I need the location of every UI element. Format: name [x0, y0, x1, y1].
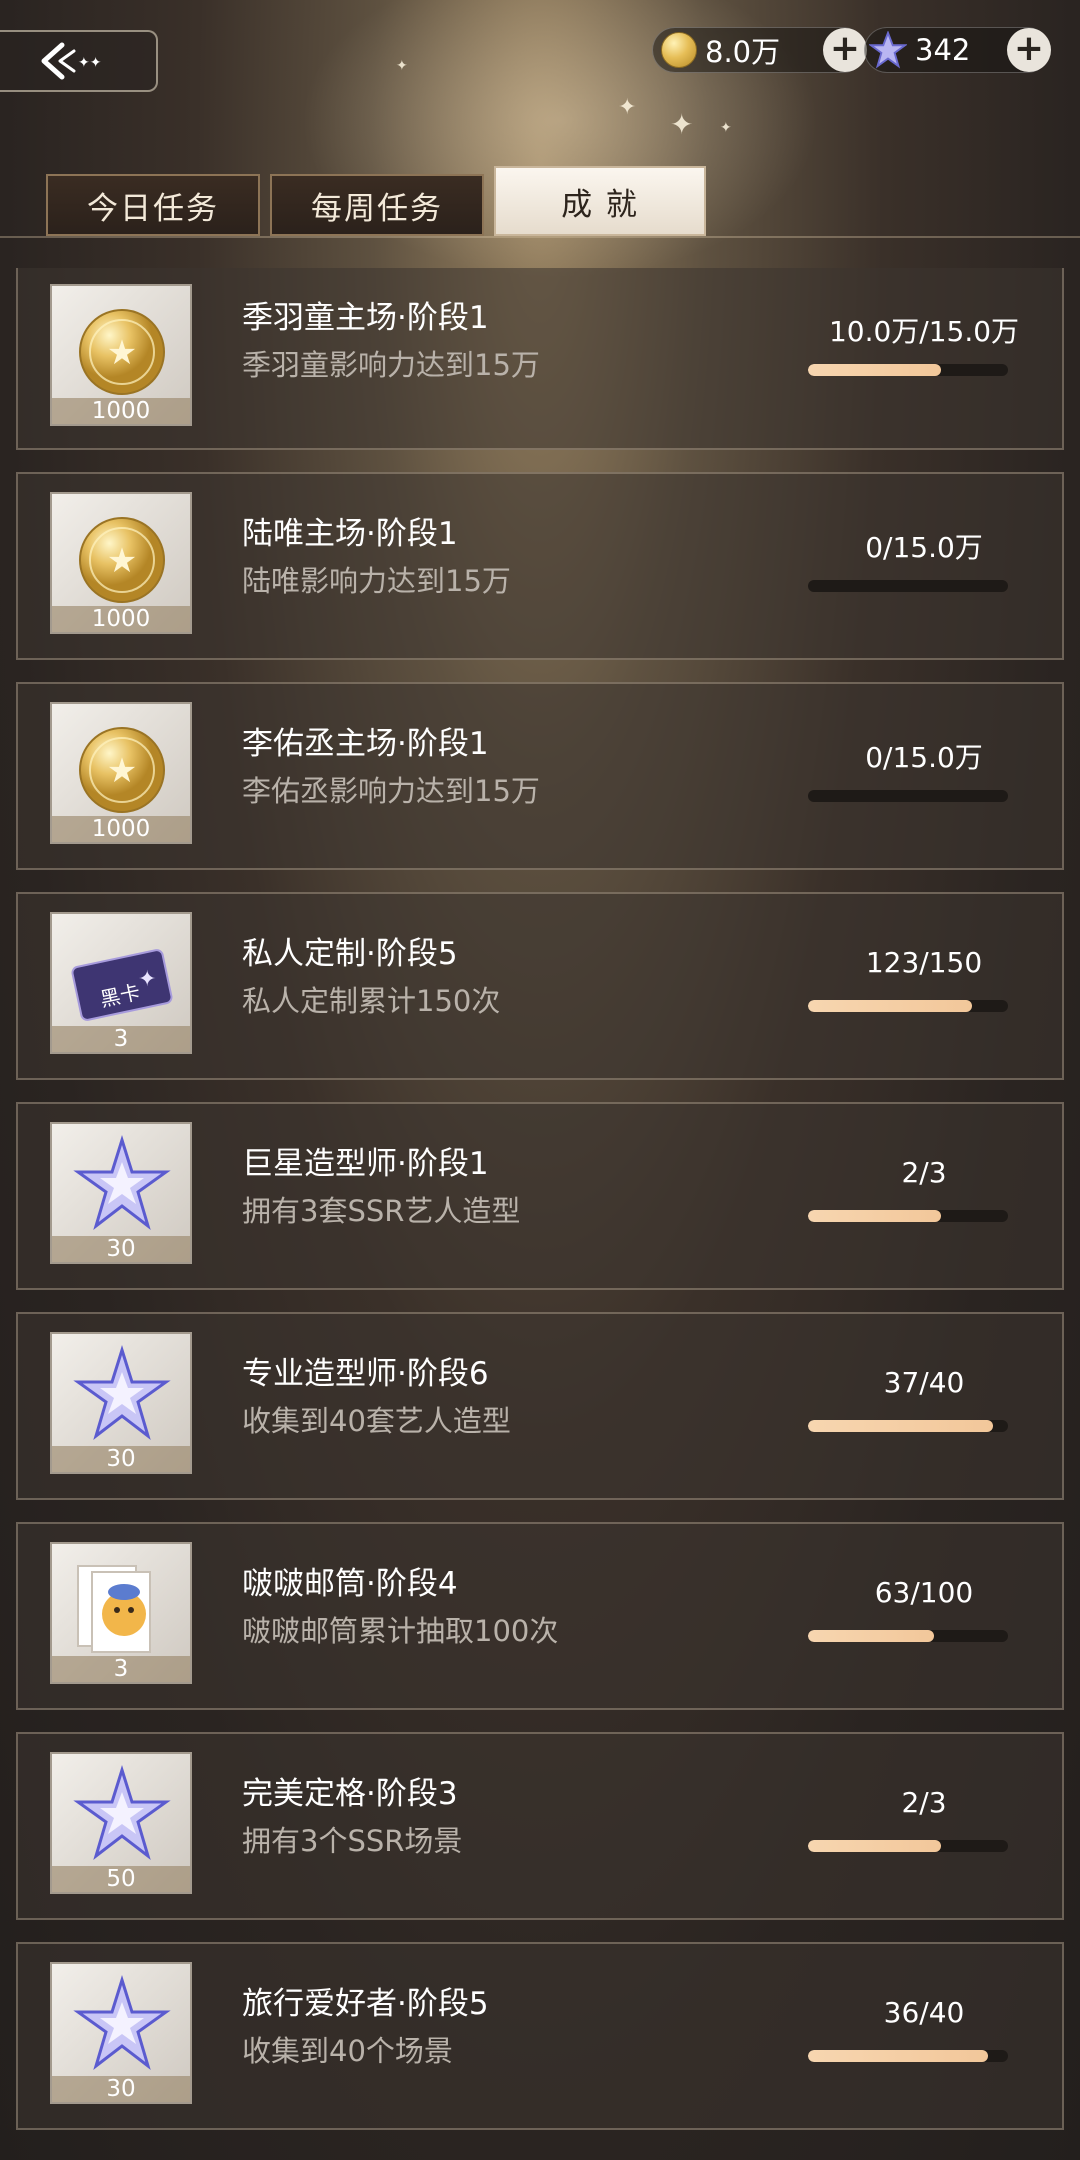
- reward-item[interactable]: 30: [50, 1122, 192, 1264]
- progress-fill: [808, 2050, 988, 2062]
- tab-achievements[interactable]: 成 就: [494, 166, 706, 236]
- svg-text:★: ★: [107, 541, 137, 581]
- achievement-title: 私人定制·阶段5: [242, 936, 458, 972]
- achievement-title: 完美定格·阶段3: [242, 1776, 458, 1812]
- reward-item[interactable]: 黑卡 ✦ 3: [50, 912, 192, 1054]
- svg-text:✦✦: ✦✦: [78, 55, 102, 71]
- achievement-description: 收集到40套艺人造型: [242, 1404, 511, 1438]
- reward-item[interactable]: 50: [50, 1752, 192, 1894]
- achievement-card[interactable]: 黑卡 ✦ 3 私人定制·阶段5 私人定制累计150次 123/150: [16, 892, 1064, 1080]
- svg-text:★: ★: [107, 751, 137, 791]
- star-balance: 342 +: [864, 27, 1051, 73]
- achievement-description: 啵啵邮筒累计抽取100次: [242, 1614, 559, 1648]
- reward-item[interactable]: ★ 1000: [50, 702, 192, 844]
- achievement-title: 陆唯主场·阶段1: [242, 516, 458, 552]
- sparkle-icon: ✦: [396, 58, 408, 74]
- reward-quantity: 30: [52, 1446, 190, 1472]
- achievement-title: 专业造型师·阶段6: [242, 1356, 489, 1392]
- progress-text: 10.0万/15.0万: [828, 315, 1020, 348]
- reward-quantity: 3: [52, 1656, 190, 1682]
- achievement-card[interactable]: ★ 1000 李佑丞主场·阶段1 李佑丞影响力达到15万 0/15.0万: [16, 682, 1064, 870]
- achievement-card[interactable]: 30 巨星造型师·阶段1 拥有3套SSR艺人造型 2/3: [16, 1102, 1064, 1290]
- progress-fill: [808, 364, 942, 376]
- progress-bar: [808, 580, 1008, 592]
- star-icon: [869, 31, 907, 69]
- progress-bar: [808, 1420, 1008, 1432]
- svg-text:✦: ✦: [138, 967, 156, 992]
- progress-fill: [808, 1210, 942, 1222]
- coin-value: 8.0万: [705, 35, 781, 69]
- achievement-description: 陆唯影响力达到15万: [242, 564, 511, 598]
- progress-text: 2/3: [901, 1786, 947, 1819]
- progress-text: 37/40: [883, 1366, 965, 1399]
- back-button[interactable]: ✦✦: [0, 30, 158, 92]
- sparkle-icon: ✦: [670, 108, 694, 141]
- reward-quantity: 50: [52, 1866, 190, 1892]
- progress-fill: [808, 1840, 942, 1852]
- reward-item[interactable]: ★ 1000: [50, 284, 192, 426]
- achievement-title: 旅行爱好者·阶段5: [242, 1986, 489, 2022]
- tab-weekly-tasks[interactable]: 每周任务: [270, 174, 484, 236]
- achievement-card[interactable]: 30 专业造型师·阶段6 收集到40套艺人造型 37/40: [16, 1312, 1064, 1500]
- add-stars-button[interactable]: +: [1007, 28, 1051, 72]
- reward-quantity: 1000: [52, 816, 190, 842]
- tab-label: 成 就: [561, 186, 639, 223]
- reward-item[interactable]: 30: [50, 1332, 192, 1474]
- back-arrow-icon: ✦✦: [41, 42, 102, 80]
- add-coins-button[interactable]: +: [823, 28, 867, 72]
- progress-bar: [808, 364, 1008, 376]
- achievement-description: 拥有3个SSR场景: [242, 1824, 463, 1858]
- achievement-description: 拥有3套SSR艺人造型: [242, 1194, 521, 1228]
- reward-quantity: 30: [52, 1236, 190, 1262]
- progress-text: 63/100: [874, 1576, 974, 1609]
- progress-fill: [808, 1420, 993, 1432]
- progress-fill: [808, 1630, 934, 1642]
- achievement-card[interactable]: 3 啵啵邮筒·阶段4 啵啵邮筒累计抽取100次 63/100: [16, 1522, 1064, 1710]
- tab-divider: [0, 236, 1080, 238]
- tab-label: 今日任务: [87, 190, 219, 227]
- reward-quantity: 1000: [52, 398, 190, 424]
- reward-quantity: 1000: [52, 606, 190, 632]
- coin-balance: 8.0万 +: [652, 27, 867, 73]
- progress-fill: [808, 1000, 972, 1012]
- tab-daily-tasks[interactable]: 今日任务: [46, 174, 260, 236]
- achievement-title: 季羽童主场·阶段1: [242, 300, 489, 336]
- progress-bar: [808, 2050, 1008, 2062]
- reward-item[interactable]: ★ 1000: [50, 492, 192, 634]
- achievement-card[interactable]: ★ 1000 季羽童主场·阶段1 季羽童影响力达到15万 10.0万/15.0万: [16, 268, 1064, 450]
- reward-item[interactable]: 30: [50, 1962, 192, 2104]
- achievement-card[interactable]: ★ 1000 陆唯主场·阶段1 陆唯影响力达到15万 0/15.0万: [16, 472, 1064, 660]
- achievement-card[interactable]: 30 旅行爱好者·阶段5 收集到40个场景 36/40: [16, 1942, 1064, 2130]
- reward-quantity: 3: [52, 1026, 190, 1052]
- progress-bar: [808, 790, 1008, 802]
- progress-text: 123/150: [865, 946, 983, 979]
- achievement-title: 巨星造型师·阶段1: [242, 1146, 489, 1182]
- achievement-title: 啵啵邮筒·阶段4: [242, 1566, 458, 1602]
- sparkle-icon: ✦: [618, 95, 637, 120]
- achievement-list[interactable]: ★ 1000 季羽童主场·阶段1 季羽童影响力达到15万 10.0万/15.0万 ★ 100…: [16, 268, 1064, 2152]
- progress-bar: [808, 1630, 1008, 1642]
- svg-text:★: ★: [107, 333, 137, 373]
- progress-text: 2/3: [901, 1156, 947, 1189]
- sparkle-icon: ✦: [720, 120, 732, 136]
- reward-quantity: 30: [52, 2076, 190, 2102]
- progress-text: 0/15.0万: [865, 531, 983, 564]
- progress-bar: [808, 1000, 1008, 1012]
- achievement-description: 李佑丞影响力达到15万: [242, 774, 540, 808]
- achievement-description: 收集到40个场景: [242, 2034, 453, 2068]
- achievement-description: 季羽童影响力达到15万: [242, 348, 540, 382]
- achievement-title: 李佑丞主场·阶段1: [242, 726, 489, 762]
- achievement-card[interactable]: 50 完美定格·阶段3 拥有3个SSR场景 2/3: [16, 1732, 1064, 1920]
- progress-bar: [808, 1840, 1008, 1852]
- reward-item[interactable]: 3: [50, 1542, 192, 1684]
- coin-icon: [661, 32, 697, 68]
- progress-text: 0/15.0万: [865, 741, 983, 774]
- progress-bar: [808, 1210, 1008, 1222]
- progress-text: 36/40: [883, 1996, 965, 2029]
- tab-label: 每周任务: [311, 190, 443, 227]
- star-value: 342: [915, 33, 971, 67]
- achievement-description: 私人定制累计150次: [242, 984, 501, 1018]
